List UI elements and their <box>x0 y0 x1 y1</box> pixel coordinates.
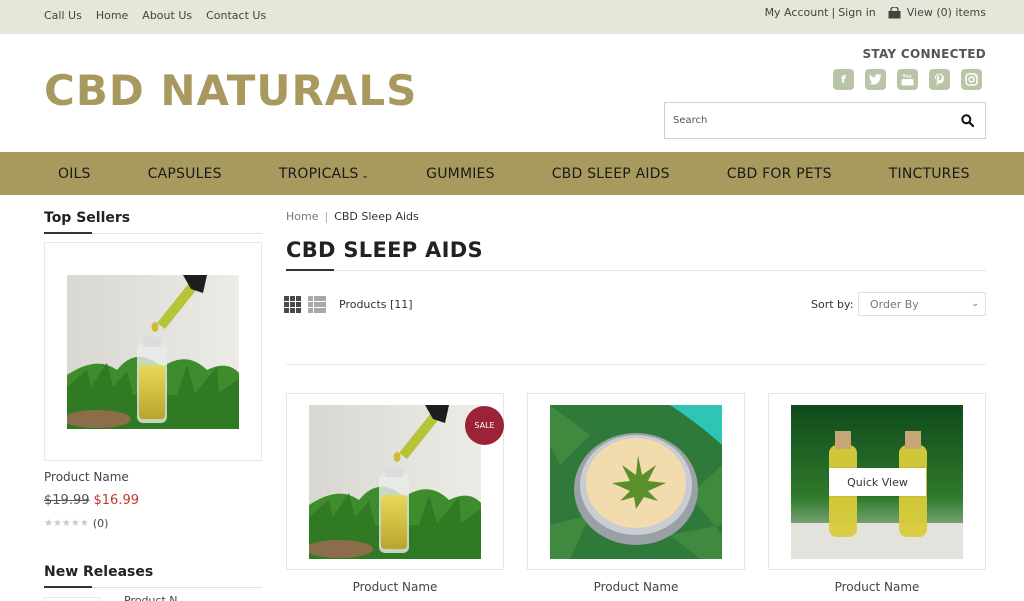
product-image[interactable] <box>550 405 722 559</box>
top-seller-price: $19.99 $16.99 <box>44 493 139 508</box>
breadcrumb-home[interactable]: Home <box>286 210 318 223</box>
sale-price: $16.99 <box>93 493 140 508</box>
top-utility-bar: Call Us Home About Us Contact Us My Acco… <box>0 0 1024 34</box>
new-releases-rule <box>44 586 262 588</box>
grid-view-icon[interactable] <box>284 296 301 313</box>
title-rule <box>286 269 986 271</box>
about-us-link[interactable]: About Us <box>142 9 192 22</box>
nav-item-tropicals[interactable]: TROPICALS ⌄ <box>265 166 383 182</box>
facebook-icon[interactable]: f <box>833 69 854 90</box>
nav-item-tropicals-label: TROPICALS <box>278 165 359 182</box>
shopping-bag-icon[interactable] <box>888 6 901 19</box>
twitter-icon[interactable] <box>865 69 886 90</box>
top-sellers-rule <box>44 232 262 234</box>
product-card[interactable]: Quick View <box>768 393 986 570</box>
top-seller-product-name[interactable]: Product Name <box>44 470 129 484</box>
top-links: Call Us Home About Us Contact Us <box>44 9 266 22</box>
new-releases-title: New Releases <box>44 564 154 580</box>
sort-select[interactable]: Order By ⌄ <box>858 292 986 316</box>
search-box <box>664 102 986 139</box>
top-seller-rating: ★★★★★ (0) <box>44 517 108 530</box>
pinterest-icon[interactable] <box>929 69 950 90</box>
divider <box>286 364 986 365</box>
breadcrumb-current: CBD Sleep Aids <box>334 210 419 223</box>
breadcrumb-separator: | <box>324 210 329 223</box>
product-name[interactable]: Product Name <box>286 580 504 594</box>
product-image[interactable] <box>67 275 239 429</box>
sale-badge: SALE <box>465 406 504 445</box>
top-seller-card[interactable] <box>44 242 262 461</box>
breadcrumb: Home | CBD Sleep Aids <box>286 210 419 223</box>
youtube-icon[interactable]: You <box>897 69 918 90</box>
instagram-icon[interactable] <box>961 69 982 90</box>
search-icon[interactable] <box>949 103 985 138</box>
chevron-down-icon: ⌄ <box>361 170 370 181</box>
stay-connected-label: STAY CONNECTED <box>862 47 986 61</box>
product-name[interactable]: Product Name <box>768 580 986 594</box>
nav-item-gummies[interactable]: GUMMIES <box>412 166 509 182</box>
rating-stars-icon: ★★★★★ <box>44 518 89 529</box>
product-toolbar: Products [11] Sort by: Order By ⌄ <box>284 292 986 316</box>
account-divider: | <box>831 6 836 19</box>
sign-in-link[interactable]: Sign in <box>838 6 876 19</box>
main-nav: OILS CAPSULES TROPICALS ⌄ GUMMIES CBD SLE… <box>0 152 1024 195</box>
product-card[interactable]: SALE <box>286 393 504 570</box>
nav-item-cbd-for-pets[interactable]: CBD FOR PETS <box>713 166 846 182</box>
original-price: $19.99 <box>44 493 90 508</box>
chevron-down-icon: ⌄ <box>971 299 979 309</box>
product-name[interactable]: Product Name <box>527 580 745 594</box>
product-image[interactable] <box>309 405 481 559</box>
nav-item-cbd-sleep-aids[interactable]: CBD SLEEP AIDS <box>538 166 684 182</box>
nav-item-tinctures[interactable]: TINCTURES <box>875 166 984 182</box>
my-account-link[interactable]: My Account <box>765 6 829 19</box>
new-release-product-name[interactable]: Product N... <box>124 594 188 601</box>
nav-item-oils[interactable]: OILS <box>44 166 105 182</box>
call-us-link[interactable]: Call Us <box>44 9 82 22</box>
home-link[interactable]: Home <box>96 9 128 22</box>
nav-item-capsules[interactable]: CAPSULES <box>134 166 236 182</box>
account-area: My Account | Sign in View (0) items <box>765 6 986 19</box>
view-cart-link[interactable]: View (0) items <box>907 6 986 19</box>
review-count: (0) <box>92 517 109 530</box>
search-input[interactable] <box>665 103 949 138</box>
product-card[interactable] <box>527 393 745 570</box>
top-sellers-title: Top Sellers <box>44 210 131 226</box>
page-title: CBD SLEEP AIDS <box>286 238 483 262</box>
contact-us-link[interactable]: Contact Us <box>206 9 266 22</box>
svg-text:You: You <box>902 74 912 80</box>
new-release-thumb[interactable] <box>44 597 100 601</box>
sort-select-value: Order By <box>870 297 919 311</box>
sort-label: Sort by: <box>811 298 854 311</box>
products-count: Products [11] <box>339 298 413 311</box>
quick-view-button[interactable]: Quick View <box>829 468 926 496</box>
social-links: f You <box>833 69 982 90</box>
list-view-icon[interactable] <box>308 296 326 313</box>
site-logo[interactable]: CBD NATURALS <box>44 66 417 115</box>
